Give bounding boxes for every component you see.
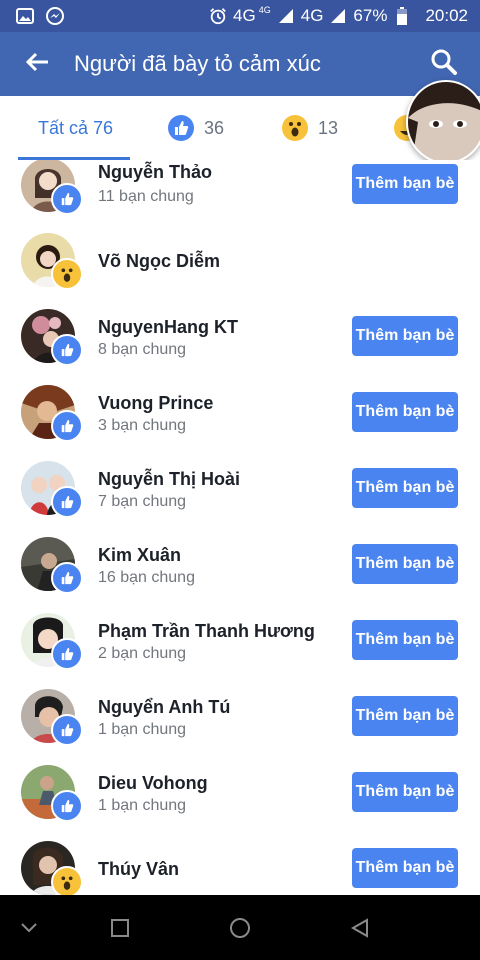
mutual-friends: 11 bạn chung: [98, 188, 194, 205]
list-item[interactable]: Vuong Prince 3 bạn chung Thêm bạn bè: [0, 385, 480, 461]
search-button[interactable]: [428, 48, 460, 80]
tab-like[interactable]: 36: [168, 96, 224, 160]
wow-icon: [282, 115, 308, 141]
mutual-friends: 1 bạn chung: [98, 797, 187, 814]
like-icon: [51, 183, 83, 215]
like-icon: [51, 790, 83, 822]
mutual-friends: 1 bạn chung: [98, 721, 187, 738]
app-bar: Người đã bày tỏ cảm xúc: [0, 32, 480, 96]
battery-percent: 67%: [353, 6, 388, 25]
like-icon: [51, 334, 83, 366]
system-nav-bar: [0, 895, 480, 960]
back-icon[interactable]: [347, 915, 373, 941]
signal-icon: [277, 7, 295, 25]
person-name[interactable]: Nguyễn Thị Hoài: [98, 469, 240, 490]
wow-icon: [51, 258, 83, 290]
mutual-friends: 2 bạn chung: [98, 645, 187, 662]
add-friend-button[interactable]: Thêm bạn bè: [352, 772, 458, 812]
network-type-2: 4G: [300, 6, 324, 25]
back-arrow-icon: [25, 52, 50, 77]
person-name[interactable]: NguyenHang KT: [98, 317, 238, 338]
list-item[interactable]: Võ Ngọc Diễm: [0, 233, 480, 309]
list-item[interactable]: NguyenHang KT 8 bạn chung Thêm bạn bè: [0, 309, 480, 385]
network-type-1: 4G: [233, 6, 256, 25]
add-friend-button[interactable]: Thêm bạn bè: [352, 392, 458, 432]
list-item[interactable]: Dieu Vohong 1 bạn chung Thêm bạn bè: [0, 765, 480, 841]
mutual-friends: 8 bạn chung: [98, 341, 187, 358]
person-name[interactable]: Vuong Prince: [98, 393, 213, 414]
like-icon: [51, 562, 83, 594]
mutual-friends: 16 bạn chung: [98, 569, 195, 586]
status-bar: 4G 4G 4G 67% 20:02: [0, 0, 480, 32]
messenger-icon: [46, 7, 64, 25]
like-icon: [51, 714, 83, 746]
tab-wow[interactable]: 13: [282, 96, 338, 160]
alarm-icon: [209, 7, 227, 25]
like-icon: [51, 410, 83, 442]
tab-wow-count: 13: [318, 117, 339, 138]
mutual-friends: 3 bạn chung: [98, 417, 187, 434]
add-friend-button[interactable]: Thêm bạn bè: [352, 468, 458, 508]
like-icon: [51, 638, 83, 670]
person-name[interactable]: Phạm Trần Thanh Hương: [98, 621, 315, 642]
person-name[interactable]: Kim Xuân: [98, 545, 181, 566]
collapse-icon[interactable]: [16, 915, 42, 941]
add-friend-button[interactable]: Thêm bạn bè: [352, 696, 458, 736]
people-list[interactable]: Nguyễn Thảo 11 bạn chung Thêm bạn bè Võ …: [0, 160, 480, 895]
page-title: Người đã bày tỏ cảm xúc: [74, 51, 321, 76]
person-name[interactable]: Nguyễn Thảo: [98, 162, 212, 183]
list-item[interactable]: Kim Xuân 16 bạn chung Thêm bạn bè: [0, 537, 480, 613]
add-friend-button[interactable]: Thêm bạn bè: [352, 620, 458, 660]
recents-icon[interactable]: [107, 915, 133, 941]
like-icon: [51, 486, 83, 518]
tab-like-count: 36: [204, 117, 225, 138]
network-type-1-small: 4G: [258, 5, 271, 15]
mutual-friends: 7 bạn chung: [98, 493, 187, 510]
image-icon: [16, 7, 34, 25]
person-name[interactable]: Dieu Vohong: [98, 773, 208, 794]
person-name[interactable]: Võ Ngọc Diễm: [98, 251, 220, 272]
signal-icon: [329, 7, 347, 25]
list-item[interactable]: Nguyễn Thị Hoài 7 bạn chung Thêm bạn bè: [0, 461, 480, 537]
list-item[interactable]: Phạm Trần Thanh Hương 2 bạn chung Thêm b…: [0, 613, 480, 689]
list-item[interactable]: Nguyễn Thảo 11 bạn chung Thêm bạn bè: [0, 160, 480, 234]
add-friend-button[interactable]: Thêm bạn bè: [352, 316, 458, 356]
clock: 20:02: [425, 6, 468, 25]
person-name[interactable]: Thúy Vân: [98, 859, 179, 880]
back-button[interactable]: [18, 44, 58, 84]
add-friend-button[interactable]: Thêm bạn bè: [352, 164, 458, 204]
add-friend-button[interactable]: Thêm bạn bè: [352, 544, 458, 584]
battery-icon: [393, 7, 411, 25]
wow-icon: [51, 866, 83, 895]
home-icon[interactable]: [227, 915, 253, 941]
tab-all-label: Tất cả 76: [38, 117, 114, 138]
like-icon: [168, 115, 194, 141]
chat-head-avatar[interactable]: [406, 80, 480, 164]
person-name[interactable]: Nguyển Anh Tú: [98, 697, 230, 718]
search-icon: [430, 48, 458, 81]
add-friend-button[interactable]: Thêm bạn bè: [352, 848, 458, 888]
list-item[interactable]: Thúy Vân Thêm bạn bè: [0, 841, 480, 895]
tab-all[interactable]: Tất cả 76: [38, 96, 113, 160]
list-item[interactable]: Nguyển Anh Tú 1 bạn chung Thêm bạn bè: [0, 689, 480, 765]
